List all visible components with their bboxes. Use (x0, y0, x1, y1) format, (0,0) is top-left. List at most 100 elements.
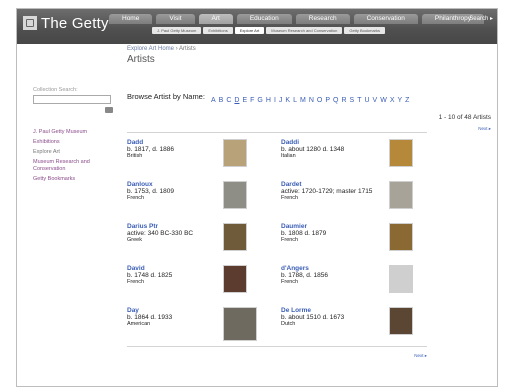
nav-tab-research[interactable]: Research (295, 14, 350, 24)
artist-thumbnail[interactable] (389, 265, 413, 293)
alpha-letter-r[interactable]: R (341, 97, 346, 104)
search-link[interactable]: Search ▸ (469, 15, 493, 22)
alpha-letter-d[interactable]: D (234, 97, 239, 104)
sidebar-link[interactable]: Getty Bookmarks (33, 176, 113, 183)
artist-thumbnail[interactable] (223, 139, 247, 167)
artist-thumbnail[interactable] (389, 181, 413, 209)
alpha-letter-a[interactable]: A (211, 97, 216, 104)
artist-nationality: French (127, 279, 145, 285)
artist-item: Dadd b. 1817, d. 1886 British (127, 139, 277, 179)
alpha-letter-p[interactable]: P (325, 97, 330, 104)
alpha-letter-j[interactable]: J (279, 97, 283, 104)
alpha-letter-k[interactable]: K (285, 97, 290, 104)
artist-item: Day b. 1864 d. 1933 American (127, 307, 277, 347)
alpha-letter-y[interactable]: Y (397, 97, 402, 104)
next-link-top[interactable]: Next ▸ (478, 126, 491, 132)
alpha-letter-e[interactable]: E (242, 97, 247, 104)
artist-item: Daumier b. 1808 d. 1879 French (281, 223, 431, 263)
alpha-letter-n[interactable]: N (309, 97, 314, 104)
subnav-item[interactable]: Museum Research and Conservation (266, 27, 343, 34)
alpha-letter-f[interactable]: F (250, 97, 254, 104)
artist-dates: b. 1817, d. 1886 (127, 146, 174, 153)
alpha-letter-o[interactable]: O (317, 97, 322, 104)
alphabet-nav: ABCDEFGHIJKLMNOPQRSTUVWXYZ (211, 97, 409, 104)
browse-row: Browse Artist by Name: ABCDEFGHIJKLMNOPQ… (127, 92, 491, 112)
artist-name-link[interactable]: Darius Ptr (127, 223, 277, 230)
artist-item: Dardet active: 1720-1729; master 1715 Fren… (281, 181, 431, 221)
artist-item: Danloux b. 1753, d. 1809 French (127, 181, 277, 221)
subnav-item[interactable]: J. Paul Getty Museum (152, 27, 202, 34)
alpha-letter-u[interactable]: U (364, 97, 369, 104)
sidebar: Collection Search: J. Paul Getty Museum E… (33, 87, 113, 186)
artist-thumbnail[interactable] (223, 223, 247, 251)
nav-tab-education[interactable]: Education (236, 14, 292, 24)
alpha-letter-i[interactable]: I (274, 97, 276, 104)
page-title: Artists (127, 54, 155, 65)
main-content: Explore Art Home › Artists Artists Brows… (127, 46, 491, 358)
breadcrumb-explore-art-home[interactable]: Explore Art Home (127, 46, 174, 52)
alpha-letter-m[interactable]: M (300, 97, 306, 104)
getty-logo[interactable]: The Getty (23, 14, 109, 32)
breadcrumb-current: Artists (179, 46, 196, 52)
nav-tab-home[interactable]: Home (109, 14, 153, 24)
artist-dates: b. 1753, d. 1809 (127, 188, 174, 195)
alpha-letter-x[interactable]: X (390, 97, 395, 104)
alpha-letter-q[interactable]: Q (333, 97, 338, 104)
alpha-letter-z[interactable]: Z (405, 97, 409, 104)
artist-nationality: Greek (127, 237, 142, 243)
sidebar-link[interactable]: Museum Research and Conservation (33, 159, 113, 173)
subnav-item[interactable]: Getty Bookmarks (344, 27, 386, 34)
search-submit-button[interactable] (105, 107, 113, 113)
artist-dates: active: 340 BC-330 BC (127, 230, 194, 237)
logo-text: The Getty (41, 14, 109, 32)
main-nav: Home Visit Art Education Research Conservatio… (109, 14, 485, 24)
divider (127, 132, 427, 133)
artist-nationality: British (127, 153, 143, 159)
sidebar-link[interactable]: Exhibitions (33, 139, 113, 146)
artist-name-link[interactable]: Dadd (127, 139, 277, 146)
site-header: The Getty Home Visit Art Education Research C… (17, 9, 497, 44)
alpha-letter-h[interactable]: H (266, 97, 271, 104)
divider (127, 346, 427, 347)
nav-tab-visit[interactable]: Visit (156, 14, 195, 24)
getty-logo-icon (23, 16, 37, 30)
artist-thumbnail[interactable] (223, 181, 247, 209)
alpha-letter-w[interactable]: W (380, 97, 387, 104)
sidebar-link[interactable]: J. Paul Getty Museum (33, 129, 113, 136)
artist-nationality: French (127, 195, 145, 201)
artist-item: Darius Ptr active: 340 BC-330 BC Greek (127, 223, 277, 263)
alpha-letter-c[interactable]: C (226, 97, 231, 104)
subnav-item[interactable]: Explore Art (234, 27, 265, 34)
page-frame: The Getty Home Visit Art Education Research C… (16, 8, 498, 387)
alpha-letter-b[interactable]: B (219, 97, 224, 104)
artist-thumbnail[interactable] (389, 223, 413, 251)
nav-tab-conservation[interactable]: Conservation (353, 14, 418, 24)
sidebar-links: J. Paul Getty Museum Exhibitions Explore A… (33, 129, 113, 183)
artist-dates: b. 1748 d. 1825 (127, 272, 173, 279)
artist-thumbnail[interactable] (223, 265, 247, 293)
sidebar-link[interactable]: Explore Art (33, 149, 113, 156)
artist-item: De Lorme b. about 1510 d. 1673 Dutch (281, 307, 431, 347)
next-link-bottom[interactable]: Next ▸ (414, 353, 427, 359)
artist-thumbnail[interactable] (389, 139, 413, 167)
subnav-item[interactable]: Exhibitions (203, 27, 233, 34)
artist-thumbnail[interactable] (223, 307, 257, 341)
artist-item: David b. 1748 d. 1825 French (127, 265, 277, 305)
browse-label: Browse Artist by Name: (127, 92, 205, 101)
alpha-letter-v[interactable]: V (373, 97, 378, 104)
alpha-letter-s[interactable]: S (350, 97, 355, 104)
alpha-letter-t[interactable]: T (357, 97, 361, 104)
alpha-letter-l[interactable]: L (293, 97, 297, 104)
collection-search-label: Collection Search: (33, 87, 78, 93)
results-count: 1 - 10 of 48 Artists (438, 114, 491, 121)
breadcrumb: Explore Art Home › Artists (127, 46, 491, 52)
sub-nav: J. Paul Getty Museum Exhibitions Explore A… (152, 27, 386, 34)
artist-item: d'Angers b. 1788, d. 1856 French (281, 265, 431, 305)
collection-search-input[interactable] (33, 95, 111, 104)
artist-item: Daddi b. about 1280 d. 1348 Italian (281, 139, 431, 179)
artist-name-link[interactable]: David (127, 265, 277, 272)
nav-tab-art[interactable]: Art (198, 14, 233, 24)
artist-thumbnail[interactable] (389, 307, 413, 335)
artist-name-link[interactable]: Danloux (127, 181, 277, 188)
alpha-letter-g[interactable]: G (257, 97, 262, 104)
